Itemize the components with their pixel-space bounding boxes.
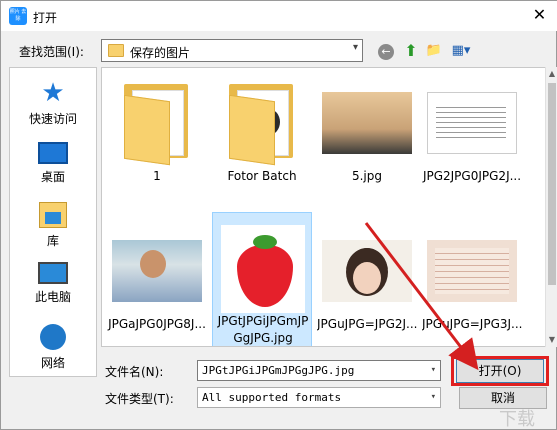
place-label: 此电脑 [34, 290, 71, 304]
window-title: 打开 [33, 11, 58, 25]
place-this-pc[interactable]: 此电脑 [10, 254, 96, 314]
chevron-down-icon: ▾ [352, 42, 358, 53]
scrollbar-thumb[interactable] [548, 83, 556, 285]
place-library[interactable]: 库 [10, 194, 96, 254]
view-grid-icon: ▦▾ [451, 43, 471, 58]
library-icon [39, 202, 67, 228]
vertical-scrollbar[interactable]: ▲ ▼ [545, 67, 557, 347]
new-folder-button[interactable]: 📁 [424, 41, 444, 61]
filetype-value: All supported formats [202, 391, 342, 404]
filetype-label: 文件类型(T): [105, 392, 174, 406]
image-thumbnail [322, 92, 412, 154]
file-item-selected[interactable]: JPGtJPGiJPGmJPGgJPG.jpg [212, 212, 312, 346]
image-thumbnail [427, 240, 517, 302]
image-thumbnail [112, 240, 202, 302]
look-in-label: 查找范围(I): [19, 45, 84, 59]
title-bar: 照片 去除 打开 ✕ [1, 1, 557, 31]
look-in-value: 保存的图片 [130, 46, 191, 60]
file-name: JPG2JPG0JPG2J... [422, 169, 522, 183]
place-label: 桌面 [40, 170, 65, 184]
filename-input[interactable]: JPGtJPGiJPGmJPGgJPG.jpg ▾ [197, 360, 441, 381]
look-in-combo[interactable]: 保存的图片 ▾ [101, 39, 363, 62]
place-quick-access[interactable]: ★ 快速访问 [10, 72, 96, 132]
scroll-up-icon[interactable]: ▲ [546, 67, 557, 81]
file-item[interactable]: JPGuJPG=JPG3J... [422, 216, 522, 346]
close-button[interactable]: ✕ [521, 1, 557, 31]
file-name: JPGaJPG0JPG8J... [108, 317, 206, 331]
new-folder-icon: 📁 [425, 43, 443, 58]
back-arrow-icon: ← [378, 44, 394, 60]
image-thumbnail [427, 92, 517, 154]
place-label: 快速访问 [28, 112, 77, 126]
star-icon: ★ [41, 78, 65, 108]
places-bar: ★ 快速访问 桌面 库 此电脑 网络 [9, 67, 97, 377]
filename-value: JPGtJPGiJPGmJPGgJPG.jpg [202, 364, 355, 377]
filename-label: 文件名(N): [105, 365, 164, 379]
folder-icon [124, 84, 188, 166]
file-list[interactable]: 1 Fotor Batch 5.jpg JPG2JPG0JPG2J... JPG… [101, 67, 547, 347]
file-item[interactable]: 1 [107, 68, 207, 198]
file-name: JPGtJPGiJPGmJPGgJPG.jpg [217, 314, 309, 345]
watermark-logo: 下载 [499, 409, 535, 430]
up-folder-icon: ⬆ [404, 41, 418, 60]
place-label: 库 [46, 234, 59, 248]
image-thumbnail [221, 225, 305, 313]
computer-icon [38, 262, 68, 284]
place-network[interactable]: 网络 [10, 316, 96, 376]
strawberry-image [237, 235, 293, 307]
image-thumbnail [322, 240, 412, 302]
back-button[interactable]: ← [376, 41, 396, 61]
folder-icon [108, 44, 124, 57]
file-name: Fotor Batch [227, 169, 297, 183]
chevron-down-icon: ▾ [430, 392, 436, 402]
place-label: 网络 [40, 356, 65, 370]
app-icon: 照片 去除 [9, 7, 27, 25]
file-name: JPGuJPG=JPG3J... [422, 317, 522, 331]
file-item[interactable]: JPGuJPG=JPG2J... [317, 216, 417, 346]
place-desktop[interactable]: 桌面 [10, 134, 96, 194]
file-item[interactable]: JPGaJPG0JPG8J... [107, 216, 207, 346]
network-icon [40, 324, 66, 350]
view-menu-button[interactable]: ▦▾ [449, 41, 473, 61]
scroll-down-icon[interactable]: ▼ [546, 333, 557, 347]
file-name: 1 [153, 169, 161, 183]
up-folder-button[interactable]: ⬆ [401, 41, 421, 61]
file-item[interactable]: JPG2JPG0JPG2J... [422, 68, 522, 198]
chevron-down-icon[interactable]: ▾ [431, 361, 436, 380]
open-button[interactable]: 打开(O) [456, 359, 544, 383]
open-dialog: 照片 去除 打开 ✕ 查找范围(I): 保存的图片 ▾ ← ⬆ 📁 ▦▾ ★ 快… [0, 0, 557, 430]
file-item[interactable]: Fotor Batch [212, 68, 312, 198]
file-item[interactable]: 5.jpg [317, 68, 417, 198]
folder-icon [229, 84, 293, 166]
file-name: 5.jpg [351, 169, 383, 183]
file-name: JPGuJPG=JPG2J... [317, 317, 417, 331]
filetype-select[interactable]: All supported formats ▾ [197, 387, 441, 408]
desktop-icon [38, 142, 68, 164]
